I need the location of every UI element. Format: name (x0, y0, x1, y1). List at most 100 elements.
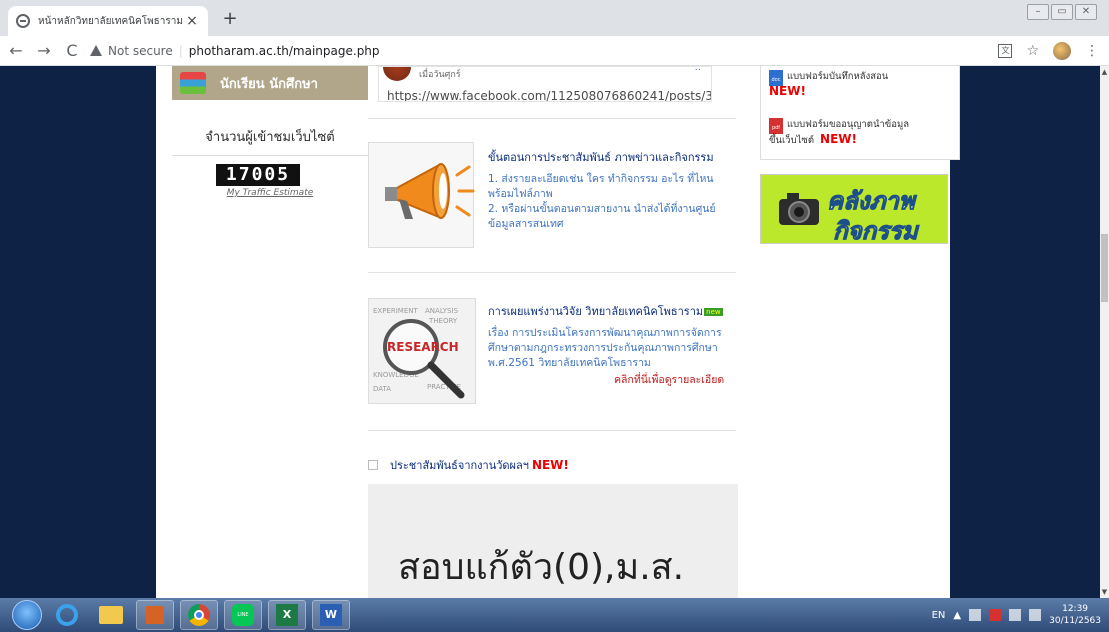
clock-time: 12:39 (1062, 604, 1089, 614)
excel-icon: X (276, 604, 298, 626)
tab-close-button[interactable]: × (184, 13, 200, 29)
divider (368, 118, 736, 119)
pr-step-line: พร้อมไฟล์ภาพ (488, 188, 553, 200)
post-menu-icon[interactable]: ·· (695, 67, 701, 76)
kebab-menu-icon[interactable]: ⋮ (1085, 43, 1099, 59)
scroll-up-icon[interactable]: ▲ (1101, 68, 1108, 76)
new-label: NEW! (820, 132, 857, 146)
research-desc: เรื่อง การประเมินโครงการพัฒนาคุณภาพการจั… (488, 326, 722, 371)
tab-title: หน้าหลักวิทยาลัยเทคนิคโพธาราม (38, 15, 183, 27)
divider (368, 430, 736, 431)
form-label: แบบฟอร์มขออนุญาตนำข้อมูล (787, 119, 910, 130)
system-tray: EN ▲ 12:39 30/11/2563 (932, 603, 1101, 627)
svg-text:THEORY: THEORY (428, 317, 458, 325)
toolbar-actions: 文 ☆ ⋮ (998, 41, 1099, 60)
system-clock[interactable]: 12:39 30/11/2563 (1049, 603, 1101, 627)
internet-explorer-icon (56, 604, 78, 626)
language-indicator[interactable]: EN (932, 610, 946, 621)
taskbar-chrome[interactable] (180, 600, 218, 630)
page-avatar (383, 67, 411, 81)
minimize-button[interactable]: – (1027, 4, 1049, 20)
profile-avatar[interactable] (1053, 41, 1071, 60)
svg-text:ANALYSIS: ANALYSIS (425, 307, 459, 315)
network-signal-icon[interactable] (969, 609, 982, 621)
taskbar-line[interactable]: LINE (224, 600, 262, 630)
chrome-icon (188, 604, 210, 626)
new-label: NEW! (531, 458, 569, 472)
browser-tab[interactable]: หน้าหลักวิทยาลัยเทคนิคโพธาราม × (8, 6, 208, 36)
warning-icon (90, 45, 102, 56)
announcement-video[interactable]: สอบแก้ตัว(0),ม.ส. (368, 484, 738, 598)
pr-step-line: 1. ส่งรายละเอียดเช่น ใคร ทำกิจกรรม อะไร … (488, 173, 714, 185)
address-separator: | (178, 43, 183, 58)
announcement-row[interactable]: ประชาสัมพันธ์จากงานวัดผลฯ NEW! (368, 456, 569, 474)
post-day: เมื่อวันศุกร์ (419, 70, 461, 80)
pr-step-line: ข้อมูลสารสนเทศ (488, 218, 564, 230)
research-detail-link[interactable]: คลิกที่นี่เพื่อดูรายละเอียด (614, 371, 724, 388)
announcement-label: ประชาสัมพันธ์จากงานวัดผลฯ (390, 459, 529, 472)
line-app-icon: LINE (232, 604, 254, 626)
research-title[interactable]: การเผยแพร่งานวิจัย วิทยาลัยเทคนิคโพธาราม… (488, 302, 723, 320)
globe-icon (16, 14, 30, 28)
video-caption: สอบแก้ตัว(0),ม.ส. (398, 547, 685, 588)
facebook-post-card[interactable]: เมื่อวันศุกร์ ·· https://www.facebook.co… (378, 66, 712, 102)
research-line: เรื่อง การประเมินโครงการพัฒนาคุณภาพการจั… (488, 327, 722, 339)
form-link-teaching-log[interactable]: doc แบบฟอร์มบันทึกหลังสอน NEW! (769, 70, 888, 98)
media-player-icon (146, 606, 164, 624)
action-center-flag-icon[interactable] (989, 609, 1002, 621)
maximize-button[interactable]: ▭ (1051, 4, 1073, 20)
gallery-title-line2: กิจกรรม (833, 217, 919, 246)
megaphone-image[interactable] (368, 142, 475, 248)
browser-toolbar: ← → C Not secure | photharam.ac.th/mainp… (0, 36, 1109, 66)
student-label: นักเรียน นักศึกษา (220, 76, 318, 92)
research-image[interactable]: EXPERIMENT ANALYSIS KNOWLEDGE PRACTICE DAT… (368, 298, 476, 404)
research-line: พ.ศ.2561 วิทยาลัยเทคนิคโพธาราม (488, 357, 651, 369)
close-window-button[interactable]: ✕ (1075, 4, 1097, 20)
svg-text:DATA: DATA (373, 385, 391, 393)
taskbar-ie[interactable] (48, 600, 86, 630)
megaphone-icon (385, 163, 475, 219)
show-hidden-icons-icon[interactable]: ▲ (953, 610, 961, 621)
form-link-upload-permission[interactable]: pdf แบบฟอร์มขออนุญาตนำข้อมูล ขึ้นเว็บไซต… (769, 118, 909, 148)
new-badge: new (704, 308, 723, 316)
window-controls: – ▭ ✕ (1027, 4, 1097, 20)
translate-icon[interactable]: 文 (998, 43, 1013, 58)
pr-steps-title[interactable]: ขั้นตอนการประชาสัมพันธ์ ภาพข่าวและกิจกรร… (488, 148, 714, 166)
page-viewport: นักเรียน นักศึกษา จำนวนผู้เข้าชมเว็บไซต์… (0, 66, 1100, 598)
new-tab-button[interactable]: + (218, 8, 242, 29)
start-button[interactable] (12, 600, 42, 630)
post-link[interactable]: https://www.facebook.com/112508076860241… (387, 89, 711, 101)
power-icon[interactable] (1009, 609, 1022, 621)
taskbar-word[interactable]: W (312, 600, 350, 630)
books-icon (172, 66, 212, 100)
activity-gallery-banner[interactable]: คลังภาพ กิจกรรม (760, 174, 948, 246)
taskbar-explorer[interactable] (92, 600, 130, 630)
reload-button[interactable]: C (60, 41, 84, 60)
taskbar-excel[interactable]: X (268, 600, 306, 630)
svg-text:RESEARCH: RESEARCH (387, 340, 459, 354)
new-label: NEW! (769, 84, 806, 98)
back-button[interactable]: ← (4, 41, 28, 60)
volume-icon[interactable] (1029, 609, 1042, 621)
scroll-thumb[interactable] (1101, 234, 1108, 302)
traffic-estimate-link[interactable]: My Traffic Estimate (172, 188, 368, 198)
camera-icon (779, 193, 819, 225)
word-icon: W (320, 604, 342, 626)
visitor-counter-title: จำนวนผู้เข้าชมเว็บไซต์ (172, 126, 368, 156)
svg-text:EXPERIMENT: EXPERIMENT (373, 307, 418, 315)
taskbar-media[interactable] (136, 600, 174, 630)
page-content: นักเรียน นักศึกษา จำนวนผู้เข้าชมเว็บไซต์… (156, 66, 960, 598)
form-label: แบบฟอร์มบันทึกหลังสอน (787, 71, 889, 82)
research-line: ศึกษาตามกฎกระทรวงการประกันคุณภาพการศึกษา (488, 342, 718, 354)
scroll-down-icon[interactable]: ▼ (1101, 588, 1108, 596)
security-label: Not secure (108, 43, 173, 58)
bookmark-star-icon[interactable]: ☆ (1026, 43, 1039, 59)
windows-taskbar: LINE X W EN ▲ 12:39 30/11/2563 (0, 598, 1109, 632)
student-banner[interactable]: นักเรียน นักศึกษา (172, 66, 368, 100)
research-title-text: การเผยแพร่งานวิจัย วิทยาลัยเทคนิคโพธาราม (488, 305, 704, 318)
visitor-counter: 17005 (216, 164, 300, 186)
page-scrollbar[interactable]: ▲ ▼ (1100, 66, 1109, 598)
address-bar[interactable]: Not secure | photharam.ac.th/mainpage.ph… (90, 39, 998, 63)
forward-button[interactable]: → (32, 41, 56, 60)
folder-icon (99, 606, 123, 624)
